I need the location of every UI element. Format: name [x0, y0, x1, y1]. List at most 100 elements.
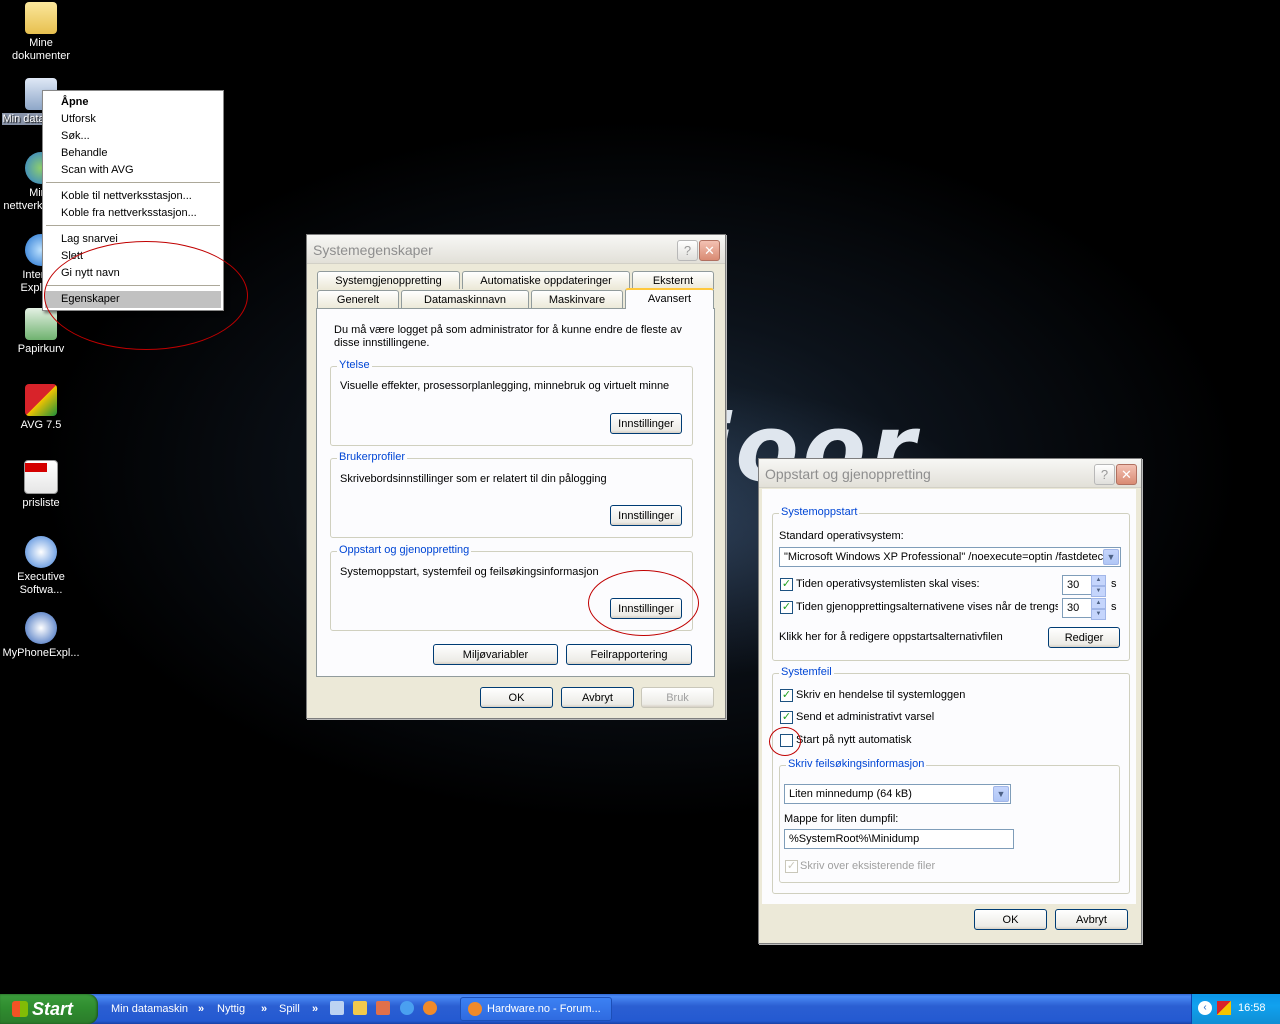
seconds-unit: s: [1111, 578, 1117, 590]
show-recovery-spinner[interactable]: ▲ ▼: [1091, 598, 1106, 620]
auto-restart-label: Start på nytt automatisk: [796, 734, 912, 746]
firefox-icon[interactable]: [423, 1001, 437, 1015]
tab-computer-name[interactable]: Datamaskinnavn: [401, 290, 529, 308]
dump-type-value: Liten minnedump (64 kB): [789, 788, 912, 800]
menu-item-manage[interactable]: Behandle: [45, 145, 221, 162]
menu-item-search[interactable]: Søk...: [45, 128, 221, 145]
tab-general[interactable]: Generelt: [317, 290, 399, 308]
toolbar-nyttig[interactable]: Nyttig: [217, 998, 245, 1020]
windows-logo-icon: [12, 1001, 28, 1017]
error-reporting-button[interactable]: Feilrapportering: [566, 644, 692, 665]
menu-separator: [46, 182, 220, 183]
folder-icon: [25, 2, 57, 34]
avg-tray-icon[interactable]: [1217, 1001, 1231, 1015]
show-list-label: Tiden operativsystemlisten skal vises:: [796, 578, 980, 590]
startup-recovery-dialog: Oppstart og gjenoppretting ? ✕ Systemopp…: [758, 458, 1142, 944]
close-icon[interactable]: ✕: [699, 240, 720, 261]
admin-notice: Du må være logget på som administrator f…: [334, 324, 682, 349]
dump-type-dropdown[interactable]: Liten minnedump (64 kB) ▼: [784, 784, 1011, 804]
quicklaunch-icon[interactable]: [330, 1001, 344, 1015]
show-list-checkbox[interactable]: ✓: [780, 578, 793, 591]
chevron-down-icon[interactable]: ▼: [993, 786, 1009, 802]
start-label: Start: [32, 999, 74, 1019]
desktop-icon-executive-software[interactable]: Executive Softwa...: [1, 536, 81, 597]
chevron-right-icon[interactable]: »: [312, 998, 318, 1020]
write-event-label: Skriv en hendelse til systemloggen: [796, 689, 966, 701]
menu-item-disconnect-drive[interactable]: Koble fra nettverksstasjon...: [45, 205, 221, 222]
toolbar-spill[interactable]: Spill: [279, 998, 300, 1020]
dump-dir-input[interactable]: %SystemRoot%\Minidump: [784, 829, 1014, 849]
tab-advanced[interactable]: Avansert: [625, 288, 714, 309]
overwrite-label: Skriv over eksisterende filer: [800, 860, 936, 872]
menu-item-open[interactable]: Åpne: [45, 94, 221, 111]
menu-item-map-drive[interactable]: Koble til nettverksstasjon...: [45, 188, 221, 205]
group-user-profiles: Brukerprofiler Skrivebordsinnstillinger …: [330, 451, 693, 538]
performance-settings-button[interactable]: Innstillinger: [610, 413, 682, 434]
close-icon[interactable]: ✕: [1116, 464, 1137, 485]
chevron-right-icon[interactable]: »: [198, 998, 204, 1020]
tab-remote[interactable]: Eksternt: [632, 271, 714, 289]
cancel-button[interactable]: Avbryt: [1055, 909, 1128, 930]
system-tray: ‹ 16:58: [1191, 994, 1280, 1024]
environment-variables-button[interactable]: Miljøvariabler: [433, 644, 558, 665]
overwrite-checkbox[interactable]: ✓: [785, 860, 798, 873]
show-recovery-checkbox[interactable]: ✓: [780, 601, 793, 614]
taskbar: Start Min datamaskin » Nyttig » Spill » …: [0, 994, 1280, 1024]
annotation-oval: [44, 241, 248, 350]
default-os-dropdown[interactable]: "Microsoft Windows XP Professional" /noe…: [779, 547, 1121, 567]
edit-button[interactable]: Rediger: [1048, 627, 1120, 648]
cancel-button[interactable]: Avbryt: [561, 687, 634, 708]
window-button-label: Hardware.no - Forum...: [487, 1003, 601, 1015]
desktop-icon-avg[interactable]: AVG 7.5: [1, 384, 81, 432]
tab-automatic-updates[interactable]: Automatiske oppdateringer: [462, 271, 630, 289]
desktop-icon-label: prisliste: [22, 497, 60, 509]
apply-button[interactable]: Bruk: [641, 687, 714, 708]
menu-item-scan-avg[interactable]: Scan with AVG: [45, 162, 221, 179]
show-list-seconds-input[interactable]: 30: [1062, 575, 1092, 595]
show-recovery-seconds-input[interactable]: 30: [1062, 598, 1092, 618]
user-profiles-settings-button[interactable]: Innstillinger: [610, 505, 682, 526]
send-alert-checkbox[interactable]: ✓: [780, 711, 793, 724]
ok-button[interactable]: OK: [974, 909, 1047, 930]
tab-hardware[interactable]: Maskinvare: [531, 290, 623, 308]
ie-icon[interactable]: [400, 1001, 414, 1015]
toolbar-my-computer[interactable]: Min datamaskin: [111, 998, 188, 1020]
group-legend: Skriv feilsøkingsinformasjon: [786, 758, 927, 770]
annotation-oval: [588, 570, 699, 636]
tab-system-restore[interactable]: Systemgjenoppretting: [317, 271, 460, 289]
desktop-icon-my-documents[interactable]: Mine dokumenter: [1, 2, 81, 63]
taskbar-window-button[interactable]: Hardware.no - Forum...: [460, 997, 612, 1021]
help-icon[interactable]: ?: [677, 240, 698, 261]
title-bar[interactable]: Oppstart og gjenoppretting ? ✕: [759, 459, 1141, 488]
annotation-oval: [769, 727, 801, 756]
group-legend: Systemfeil: [779, 666, 834, 678]
dump-dir-label: Mappe for liten dumpfil:: [784, 813, 899, 825]
group-system-failure: Systemfeil ✓ Skriv en hendelse til syste…: [772, 666, 1130, 894]
desktop-icon-label: AVG 7.5: [20, 419, 62, 431]
desktop-icon-myphoneexplorer[interactable]: MyPhoneExpl...: [1, 612, 81, 660]
dialog-title: Oppstart og gjenoppretting: [765, 466, 931, 482]
group-legend: Ytelse: [337, 359, 372, 371]
desktop-icon-label: Mine dokumenter: [11, 37, 71, 62]
ok-button[interactable]: OK: [480, 687, 553, 708]
chevron-down-icon[interactable]: ▼: [1103, 549, 1119, 565]
write-event-checkbox[interactable]: ✓: [780, 689, 793, 702]
group-description: Systemoppstart, systemfeil og feilsøking…: [340, 566, 599, 578]
avg-icon: [25, 384, 57, 416]
quicklaunch-icon[interactable]: [376, 1001, 390, 1015]
chevron-right-icon[interactable]: »: [261, 998, 267, 1020]
myphoneexplorer-icon: [25, 612, 57, 644]
desktop-icon-prisliste[interactable]: prisliste: [1, 460, 81, 510]
show-recovery-label: Tiden gjenopprettingsalternativene vises…: [796, 601, 1058, 613]
title-bar[interactable]: Systemegenskaper ? ✕: [307, 235, 725, 264]
dialog-title: Systemegenskaper: [313, 242, 433, 258]
help-icon[interactable]: ?: [1094, 464, 1115, 485]
menu-item-explore[interactable]: Utforsk: [45, 111, 221, 128]
firefox-icon: [468, 1002, 482, 1016]
start-button[interactable]: Start: [0, 994, 98, 1024]
pdf-file-icon: [24, 460, 58, 494]
show-hidden-icons-icon[interactable]: ‹: [1198, 1001, 1212, 1015]
quicklaunch-icon[interactable]: [353, 1001, 367, 1015]
clock: 16:58: [1238, 1002, 1266, 1014]
show-list-spinner[interactable]: ▲ ▼: [1091, 575, 1106, 597]
